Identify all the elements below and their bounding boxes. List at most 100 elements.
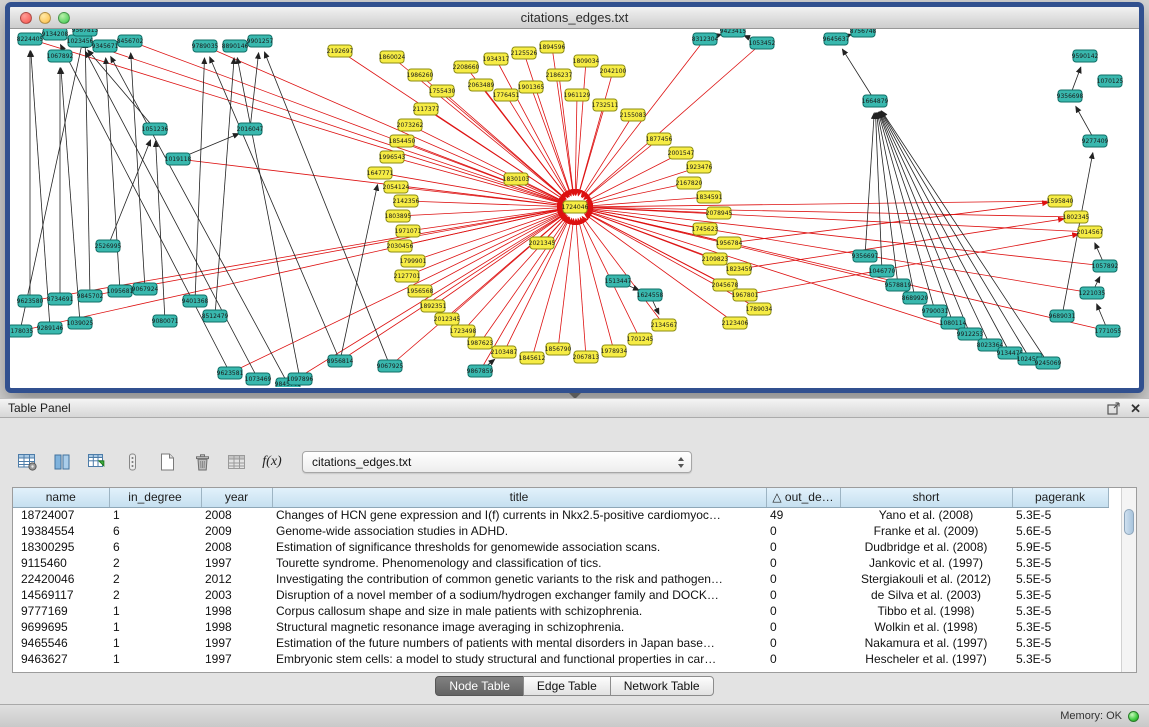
table-scrollbar-thumb[interactable] — [1124, 509, 1134, 535]
graph-node[interactable]: 1097896 — [287, 373, 314, 385]
graph-node[interactable]: 2063489 — [468, 79, 495, 91]
table-cell[interactable]: Tibbo et al. (1998) — [840, 603, 1012, 619]
graph-edge[interactable] — [210, 57, 340, 361]
graph-node[interactable]: 1923476 — [686, 161, 713, 173]
zoom-window-button[interactable] — [58, 12, 70, 24]
graph-node[interactable]: 1996543 — [379, 151, 406, 163]
graph-edge[interactable] — [578, 105, 605, 196]
graph-node[interactable]: 9567813 — [72, 29, 99, 36]
graph-node[interactable]: 8734691 — [47, 293, 74, 305]
network-graph[interactable]: 1724046219269718600241986260175543021173… — [10, 29, 1139, 387]
table-cell[interactable]: 0 — [766, 539, 840, 555]
table-cell[interactable]: 5.9E-5 — [1012, 539, 1108, 555]
graph-node[interactable]: 9912253 — [957, 328, 984, 340]
table-settings-button[interactable] — [14, 450, 40, 474]
graph-node[interactable]: 1802345 — [1063, 211, 1090, 223]
tab-edge-table[interactable]: Edge Table — [523, 676, 611, 696]
window-titlebar[interactable]: citations_edges.txt — [10, 7, 1139, 29]
table-cell[interactable]: 1998 — [201, 603, 272, 619]
tab-network-table[interactable]: Network Table — [610, 676, 714, 696]
graph-node[interactable]: 9590142 — [1072, 50, 1099, 62]
graph-node[interactable]: 2014567 — [1077, 226, 1104, 238]
graph-node[interactable]: 9689031 — [1049, 310, 1076, 322]
table-cell[interactable]: Tourette syndrome. Phenomenology and cla… — [272, 555, 766, 571]
table-cell[interactable]: 6 — [109, 539, 201, 555]
graph-node[interactable]: 1901365 — [518, 81, 545, 93]
table-cell[interactable]: 0 — [766, 651, 840, 667]
column-header-6[interactable]: pagerank — [1012, 488, 1108, 507]
graph-node[interactable]: 8956814 — [327, 355, 354, 367]
graph-node[interactable]: 1724046 — [562, 201, 589, 213]
graph-node[interactable]: 1073469 — [245, 373, 272, 385]
graph-node[interactable]: 1053452 — [749, 37, 776, 49]
table-cell[interactable]: Wolkin et al. (1998) — [840, 619, 1012, 635]
graph-node[interactable]: 1595840 — [1047, 195, 1074, 207]
graph-node[interactable]: 1647771 — [367, 167, 394, 179]
graph-node[interactable]: 8890146 — [222, 40, 249, 52]
graph-node[interactable]: 2078945 — [706, 207, 733, 219]
graph-node[interactable]: 2073262 — [397, 119, 424, 131]
graph-node[interactable]: 9067924 — [132, 283, 159, 295]
table-row[interactable]: 977716911998Corpus callosum shape and si… — [13, 603, 1108, 619]
graph-edge[interactable] — [865, 113, 874, 256]
graph-edge[interactable] — [584, 139, 659, 199]
table-cell[interactable]: 0 — [766, 587, 840, 603]
column-header-0[interactable]: name — [13, 488, 109, 507]
table-cell[interactable]: 0 — [766, 619, 840, 635]
graph-node[interactable]: 1513447 — [605, 275, 632, 287]
column-header-4[interactable]: △ out_de… — [766, 488, 840, 507]
graph-node[interactable]: 1803895 — [385, 210, 412, 222]
table-mode-button[interactable] — [224, 450, 250, 474]
graph-node[interactable]: 1771055 — [1095, 325, 1122, 337]
new-table-button[interactable] — [154, 450, 180, 474]
graph-node[interactable]: 2117377 — [413, 103, 440, 115]
table-cell[interactable]: de Silva et al. (2003) — [840, 587, 1012, 603]
table-cell[interactable]: 2 — [109, 571, 201, 587]
table-cell[interactable]: 0 — [766, 571, 840, 587]
column-header-5[interactable]: short — [840, 488, 1012, 507]
graph-node[interactable]: 2067813 — [573, 351, 600, 363]
graph-node[interactable]: 1755430 — [429, 85, 456, 97]
graph-node[interactable]: 9289146 — [37, 322, 64, 334]
graph-node[interactable]: 9067925 — [377, 360, 404, 372]
graph-node[interactable]: 1745623 — [692, 223, 719, 235]
graph-node[interactable]: 1892351 — [420, 300, 447, 312]
graph-node[interactable]: 9356697 — [852, 250, 879, 262]
graph-edge[interactable] — [340, 214, 565, 361]
graph-node[interactable]: 1095681 — [107, 285, 134, 297]
graph-node[interactable]: 2192697 — [327, 45, 354, 57]
graph-edge[interactable] — [61, 68, 80, 323]
graph-edge[interactable] — [582, 217, 664, 325]
graph-node[interactable]: 2016047 — [237, 123, 264, 135]
graph-node[interactable]: 1070125 — [1097, 75, 1124, 87]
table-cell[interactable]: 0 — [766, 603, 840, 619]
graph-node[interactable]: 9578819 — [885, 279, 912, 291]
table-cell[interactable]: 2008 — [201, 507, 272, 523]
table-cell[interactable]: Franke et al. (2009) — [840, 523, 1012, 539]
graph-node[interactable]: 1624558 — [637, 289, 664, 301]
graph-node[interactable]: 9401368 — [182, 295, 209, 307]
graph-node[interactable]: 2001547 — [668, 147, 695, 159]
column-header-2[interactable]: year — [201, 488, 272, 507]
table-cell[interactable]: 9115460 — [13, 555, 109, 571]
table-cell[interactable]: 9465546 — [13, 635, 109, 651]
table-cell[interactable]: 2008 — [201, 539, 272, 555]
table-row[interactable]: 1872400712008Changes of HCN gene express… — [13, 507, 1108, 523]
table-select[interactable]: citations_edges.txt — [302, 451, 692, 473]
table-cell[interactable]: 5.3E-5 — [1012, 507, 1108, 523]
graph-node[interactable]: 1221035 — [1079, 287, 1106, 299]
graph-edge[interactable] — [20, 210, 563, 331]
table-row[interactable]: 946554611997Estimation of the future num… — [13, 635, 1108, 651]
graph-edge[interactable] — [480, 217, 568, 343]
graph-edge[interactable] — [85, 42, 90, 296]
graph-edge[interactable] — [237, 58, 300, 379]
graph-node[interactable]: 1823459 — [726, 263, 753, 275]
table-cell[interactable]: Stergiakouli et al. (2012) — [840, 571, 1012, 587]
graph-node[interactable]: 2109823 — [702, 253, 729, 265]
table-cell[interactable]: 5.6E-5 — [1012, 523, 1108, 539]
table-cell[interactable]: 1 — [109, 635, 201, 651]
table-row[interactable]: 946362711997Embryonic stem cells: a mode… — [13, 651, 1108, 667]
graph-node[interactable]: 9134208 — [42, 29, 69, 40]
graph-edge[interactable] — [587, 197, 709, 206]
table-cell[interactable]: 1998 — [201, 619, 272, 635]
